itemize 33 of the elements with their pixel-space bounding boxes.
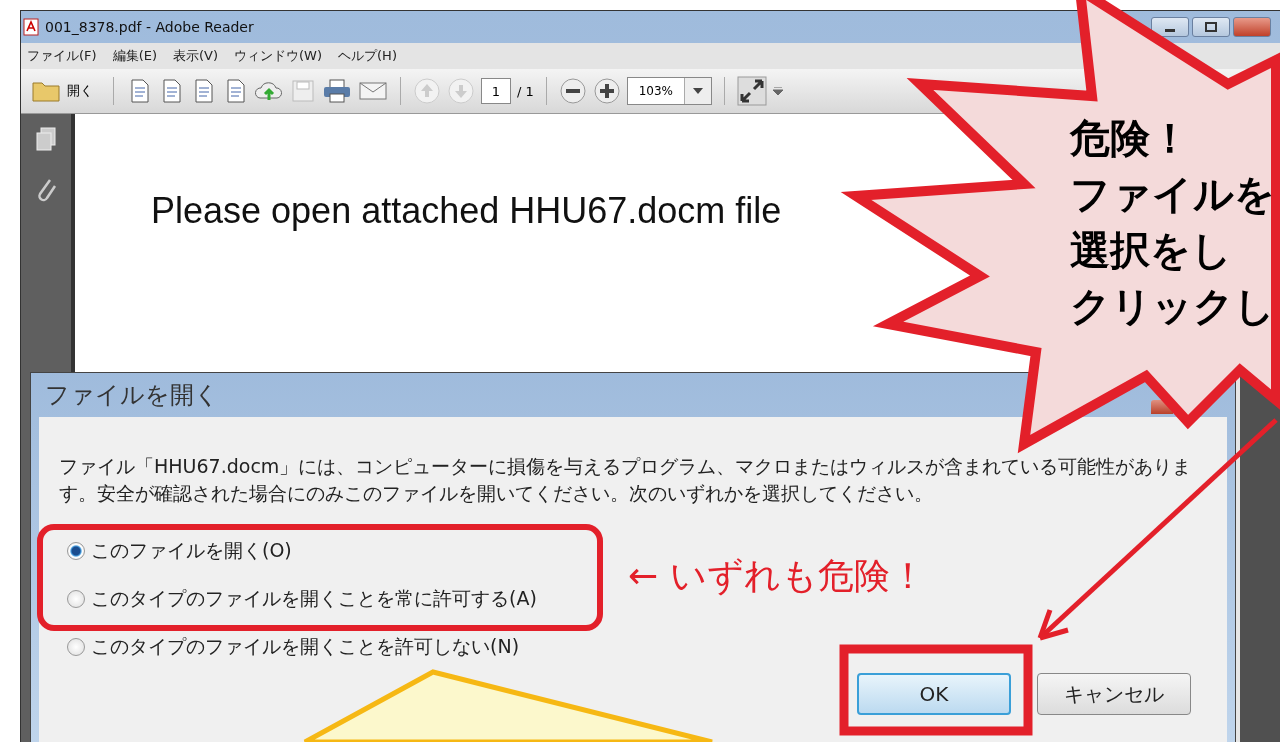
dialog-message: ファイル「HHU67.docm」には、コンピューターに損傷を与えるプログラム、マクロまたはウィルスが含まれている可能性があります。安全が確認された場合にのみこのファイルを開いてください。次のいずれかを選択してください。 [59, 454, 1193, 506]
page-number-field[interactable]: 1 [481, 78, 511, 104]
ok-button[interactable]: OK [857, 673, 1011, 715]
zoom-out-icon[interactable] [558, 77, 587, 105]
warning-text: 危険！ ファイルを 選択をし クリックし [1070, 114, 1275, 331]
expand-arrows-icon[interactable] [736, 76, 767, 106]
folder-icon[interactable] [31, 79, 61, 103]
menu-item[interactable]: ファイル(F) [27, 47, 97, 65]
envelope-icon[interactable] [358, 79, 388, 103]
caret-icon [692, 88, 703, 94]
radio-option[interactable]: このファイルを開く(O) [67, 537, 292, 565]
maximize-button[interactable] [1192, 17, 1230, 37]
save-icon[interactable] [290, 78, 316, 104]
radio-option[interactable]: このタイプのファイルを開くことを許可しない(N) [67, 633, 520, 661]
minimize-button[interactable] [1151, 17, 1189, 37]
menu-item[interactable]: ヘルプ(H) [338, 47, 397, 65]
zoom-in-icon[interactable] [592, 77, 621, 105]
zoom-dropdown[interactable]: 103% [626, 77, 712, 105]
pdf-file-icon [23, 18, 39, 36]
caret-icon[interactable] [772, 87, 783, 95]
window-title: 001_8378.pdf - Adobe Reader [45, 19, 254, 35]
pages-icon[interactable] [34, 126, 58, 152]
open-button[interactable]: 開く [67, 82, 93, 100]
radio-option[interactable]: このタイプのファイルを開くことを常に許可する(A) [67, 585, 537, 613]
cancel-button[interactable]: キャンセル [1037, 673, 1191, 715]
menu-item[interactable]: 編集(E) [112, 47, 157, 65]
warning-note: ← いずれも危険！ [628, 554, 926, 598]
menu-item[interactable]: 表示(V) [173, 47, 219, 65]
page-total: / 1 [517, 83, 534, 99]
document-text: Please open attached HHU67.docm file [151, 190, 782, 232]
menu-item[interactable]: ウィンドウ(W) [234, 47, 323, 65]
printer-icon[interactable] [322, 78, 352, 104]
dialog-title: ファイルを開く [44, 380, 219, 411]
